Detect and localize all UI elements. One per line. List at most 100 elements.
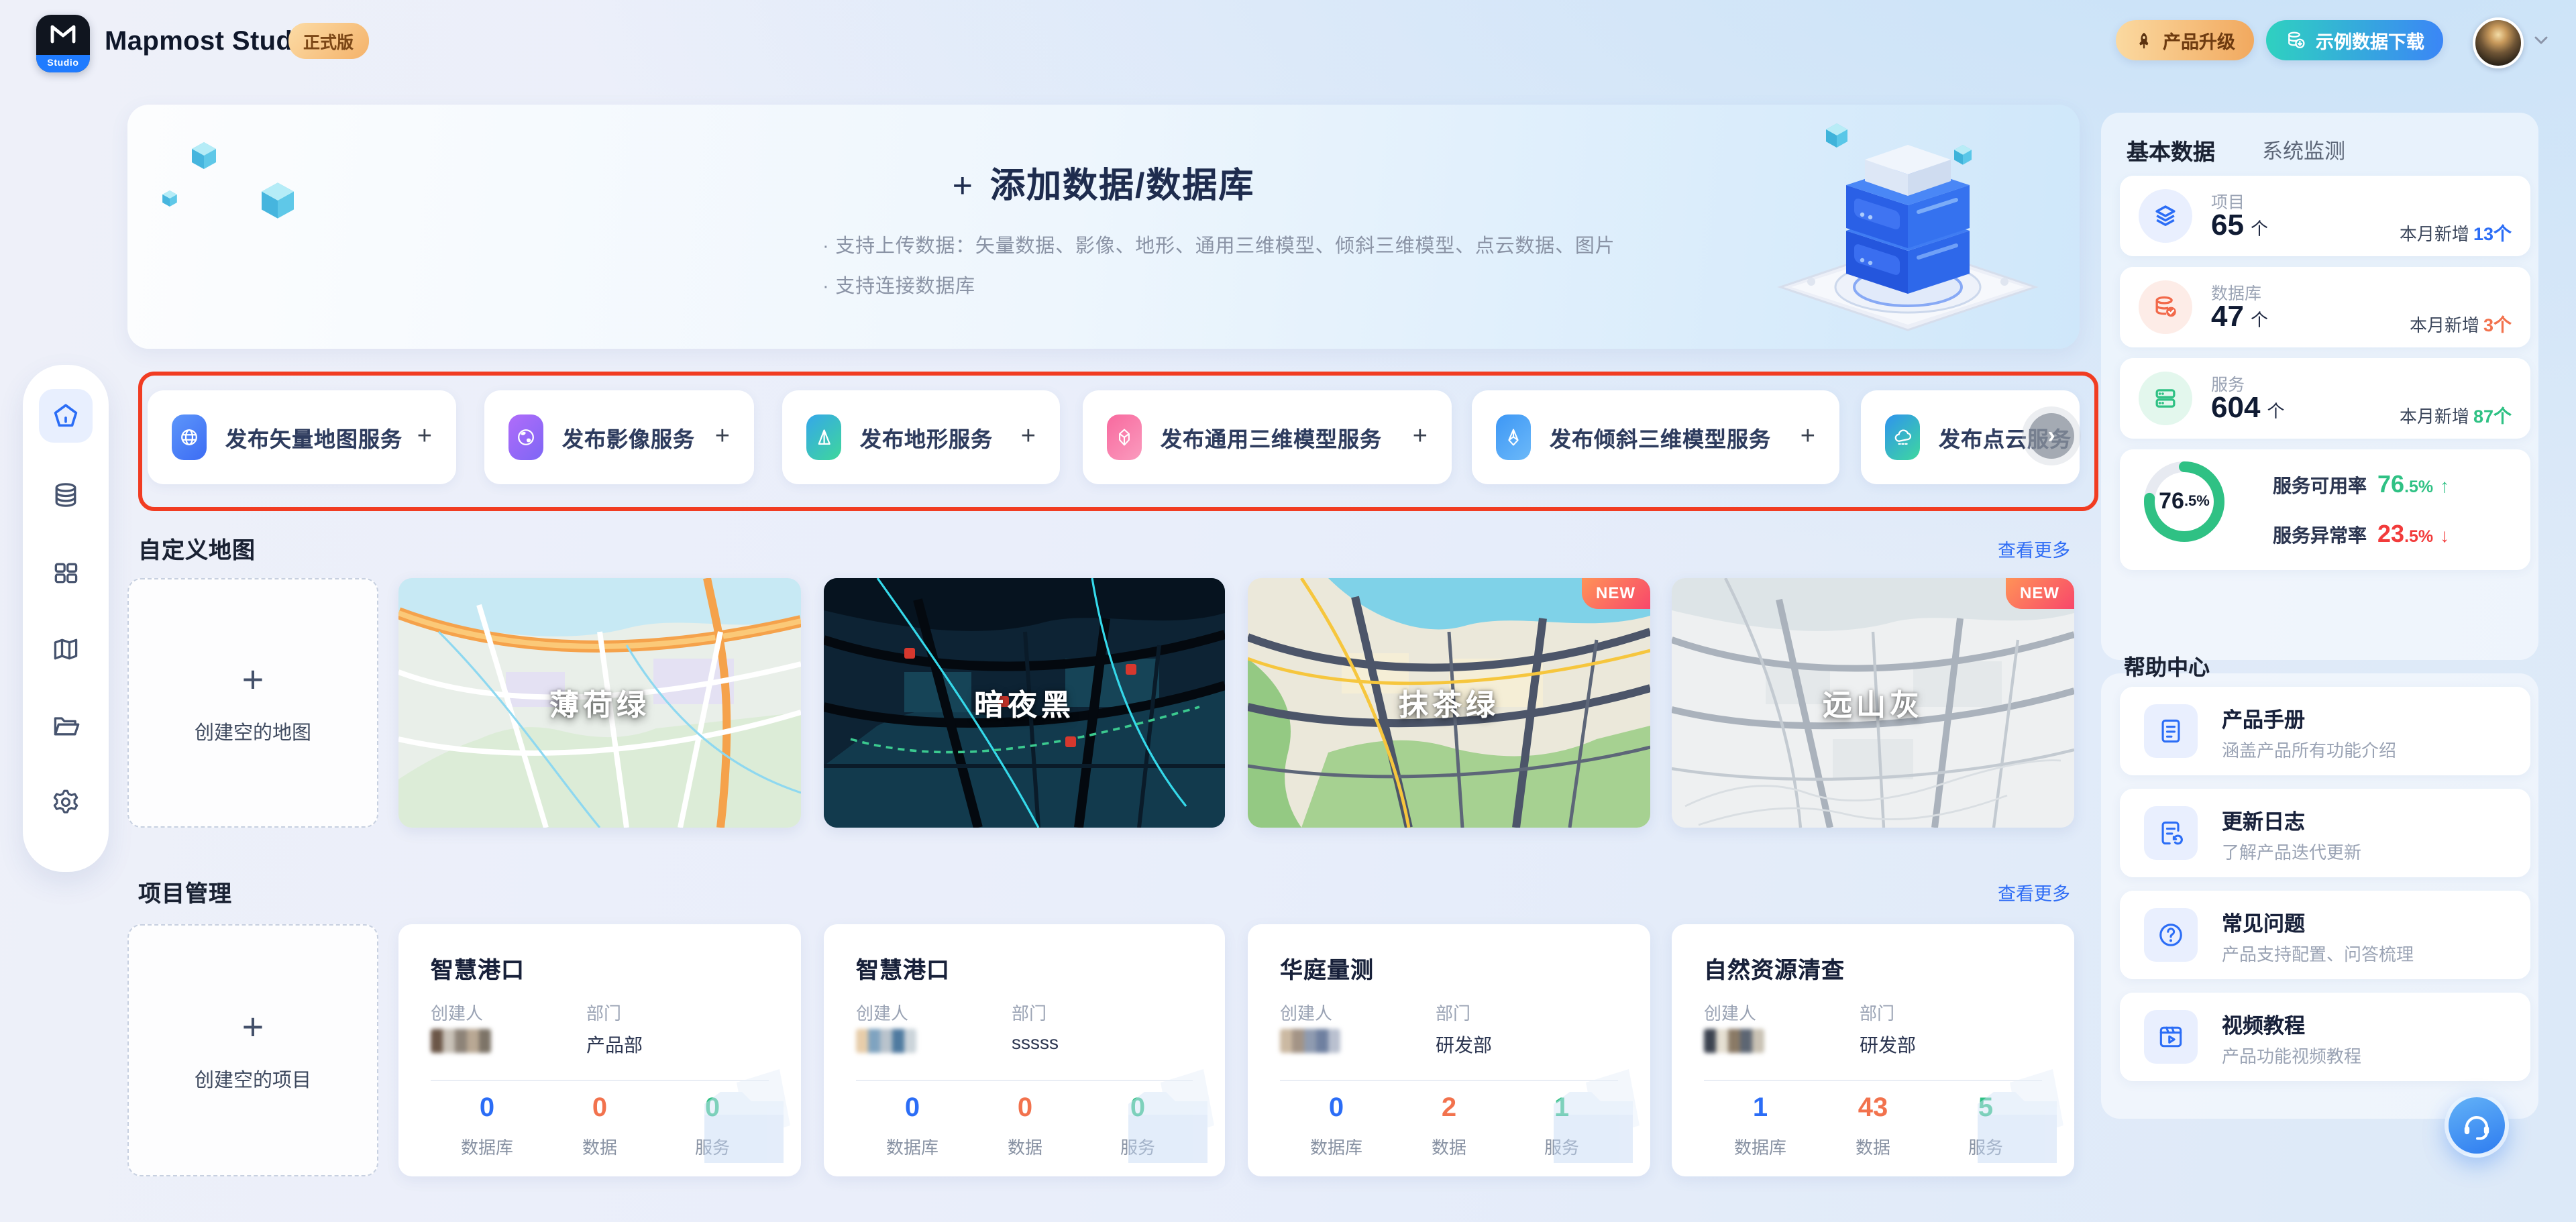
chevron-right-icon: › [2047,423,2055,448]
data-count: 0 [592,1093,608,1123]
plus-icon: + [241,658,264,700]
map-style-card-mint[interactable]: 薄荷绿 [398,578,801,828]
services-scroll-next-button[interactable]: › [2029,413,2074,459]
project-name: 智慧港口 [431,958,525,983]
grid-icon [54,563,78,584]
plus-icon: + [714,423,730,451]
stat-value: 604 [2211,390,2261,424]
help-item-desc: 产品功能视频教程 [2222,1046,2362,1066]
project-card[interactable]: 华庭量测 创建人 部门 研发部 0数据库 2数据 1服务 [1248,924,1650,1176]
server-icon [2139,372,2192,425]
video-icon [2144,1010,2198,1064]
logo-studio-band: Studio [36,55,90,72]
new-badge: NEW [1581,578,1650,609]
db-count: 0 [904,1093,920,1123]
stat-value: 65 [2211,208,2244,241]
sidebar-item-data[interactable] [39,468,93,522]
tab-basic-data[interactable]: 基本数据 [2127,134,2215,166]
product-upgrade-button[interactable]: 产品升级 [2116,20,2254,60]
stat-value: 47 [2211,299,2244,333]
project-name: 自然资源清查 [1704,958,1845,983]
help-item-faq[interactable]: 常见问题 产品支持配置、问答梳理 [2120,891,2530,979]
account-menu-chevron[interactable] [2530,30,2552,58]
service-label: 发布地形服务 [860,429,994,452]
sidebar-item-apps[interactable] [39,546,93,600]
folder-watermark-icon [704,1069,790,1163]
help-center-heading: 帮助中心 [2124,657,2210,680]
help-item-title: 产品手册 [2222,710,2306,732]
dept-value: 产品部 [586,1034,643,1056]
help-item-desc: 涵盖产品所有功能介绍 [2222,740,2397,761]
new-badge: NEW [2005,578,2074,609]
dept-label: 部门 [586,1003,622,1023]
create-empty-project-card[interactable]: + 创建空的项目 [127,924,378,1176]
tab-system-monitor[interactable]: 系统监测 [2262,135,2345,165]
rocket-icon [2139,32,2149,49]
stat-unit: 个 [2250,219,2268,239]
sidebar-item-home[interactable] [39,389,93,443]
projects-heading: 项目管理 [138,881,232,907]
dept-label: 部门 [1436,1003,1471,1023]
map-style-name: 远山灰 [1822,688,1923,722]
map-icon [54,638,78,660]
up-arrow-icon: ↑ [2440,475,2450,496]
project-card[interactable]: 智慧港口 创建人 部门 sssss 0数据库 0数据 0服务 [824,924,1225,1176]
publish-terrain-service-card[interactable]: 发布地形服务 + [782,390,1060,484]
data-count-label: 数据 [1007,1137,1042,1158]
publish-generic-3d-model-service-card[interactable]: 发布通用三维模型服务 + [1083,390,1452,484]
project-card[interactable]: 智慧港口 创建人 部门 产品部 0数据库 0数据 0服务 [398,924,801,1176]
db-count: 0 [1328,1093,1344,1123]
database-check-icon [2139,280,2192,334]
stat-card-services[interactable]: 服务 604 个 本月新增 87个 [2120,358,2530,439]
project-card[interactable]: 自然资源清查 创建人 部门 研发部 1数据库 43数据 5服务 [1672,924,2074,1176]
logo-m-icon [50,25,76,44]
create-project-label: 创建空的项目 [195,1070,311,1091]
map-style-card-gray[interactable]: 远山灰 NEW [1672,578,2074,828]
database-stack-illustration [1777,123,2039,331]
error-rate-row: 服务异常率 23.5% ↓ [2273,520,2450,547]
help-item-title: 常见问题 [2222,913,2306,936]
help-item-title: 更新日志 [2222,812,2306,834]
map-style-card-dark[interactable]: 暗夜黑 [824,578,1225,828]
app-title: Mapmost Studio [105,27,317,56]
donut-center-value: 76.5% [2159,488,2210,514]
version-badge: 正式版 [288,23,369,59]
gear-icon [53,789,78,814]
viewport: Studio Mapmost Studio 正式版 产品升级 示例数据下载 + 添… [0,0,2576,1222]
floating-cube-icon [162,190,177,207]
creator-label: 创建人 [1704,1003,1757,1023]
help-item-changelog[interactable]: 更新日志 了解产品迭代更新 [2120,789,2530,877]
app-logo: Studio [36,15,90,72]
help-item-video-tutorials[interactable]: 视频教程 产品功能视频教程 [2120,993,2530,1081]
delta-label: 本月新增 [2409,315,2479,335]
sidebar-item-files[interactable] [39,699,93,753]
map-style-card-matcha[interactable]: 抹茶绿 NEW [1248,578,1650,828]
db-count: 1 [1752,1093,1768,1123]
availability-row: 服务可用率 76.5% ↑ [2273,471,2450,498]
help-item-product-manual[interactable]: 产品手册 涵盖产品所有功能介绍 [2120,687,2530,775]
db-count-label: 数据库 [1733,1137,1786,1158]
left-sidebar [23,365,109,872]
user-avatar[interactable] [2473,17,2524,68]
sample-data-download-button[interactable]: 示例数据下载 [2266,20,2443,60]
add-data-banner[interactable]: + 添加数据/数据库 · 支持上传数据：矢量数据、影像、地形、通用三维模型、倾斜三… [127,105,2080,349]
publish-imagery-service-card[interactable]: 发布影像服务 + [484,390,754,484]
question-circle-icon [2144,908,2198,962]
custom-maps-view-more-link[interactable]: 查看更多 [1998,535,2070,562]
db-count: 0 [479,1093,495,1123]
stat-card-projects[interactable]: 项目 65 个 本月新增 13个 [2120,176,2530,256]
sidebar-item-maps[interactable] [39,622,93,676]
custom-maps-heading: 自定义地图 [138,538,256,563]
create-empty-map-card[interactable]: + 创建空的地图 [127,578,378,828]
customer-support-button[interactable] [2445,1093,2509,1158]
floating-cube-icon [192,142,216,169]
sidebar-item-settings[interactable] [39,775,93,829]
service-health-card: 76.5% 服务可用率 76.5% ↑ 服务异常率 23.5% ↓ [2120,449,2530,570]
home-icon [54,404,78,427]
publish-vector-map-service-card[interactable]: 发布矢量地图服务 + [148,390,456,484]
mapmost-studio-app: Studio Mapmost Studio 正式版 产品升级 示例数据下载 + 添… [0,0,2576,1222]
projects-view-more-link[interactable]: 查看更多 [1998,879,2070,905]
chevron-down-icon [2534,36,2548,44]
publish-oblique-3d-model-service-card[interactable]: 发布倾斜三维模型服务 + [1472,390,1839,484]
stat-card-databases[interactable]: 数据库 47 个 本月新增 3个 [2120,267,2530,347]
